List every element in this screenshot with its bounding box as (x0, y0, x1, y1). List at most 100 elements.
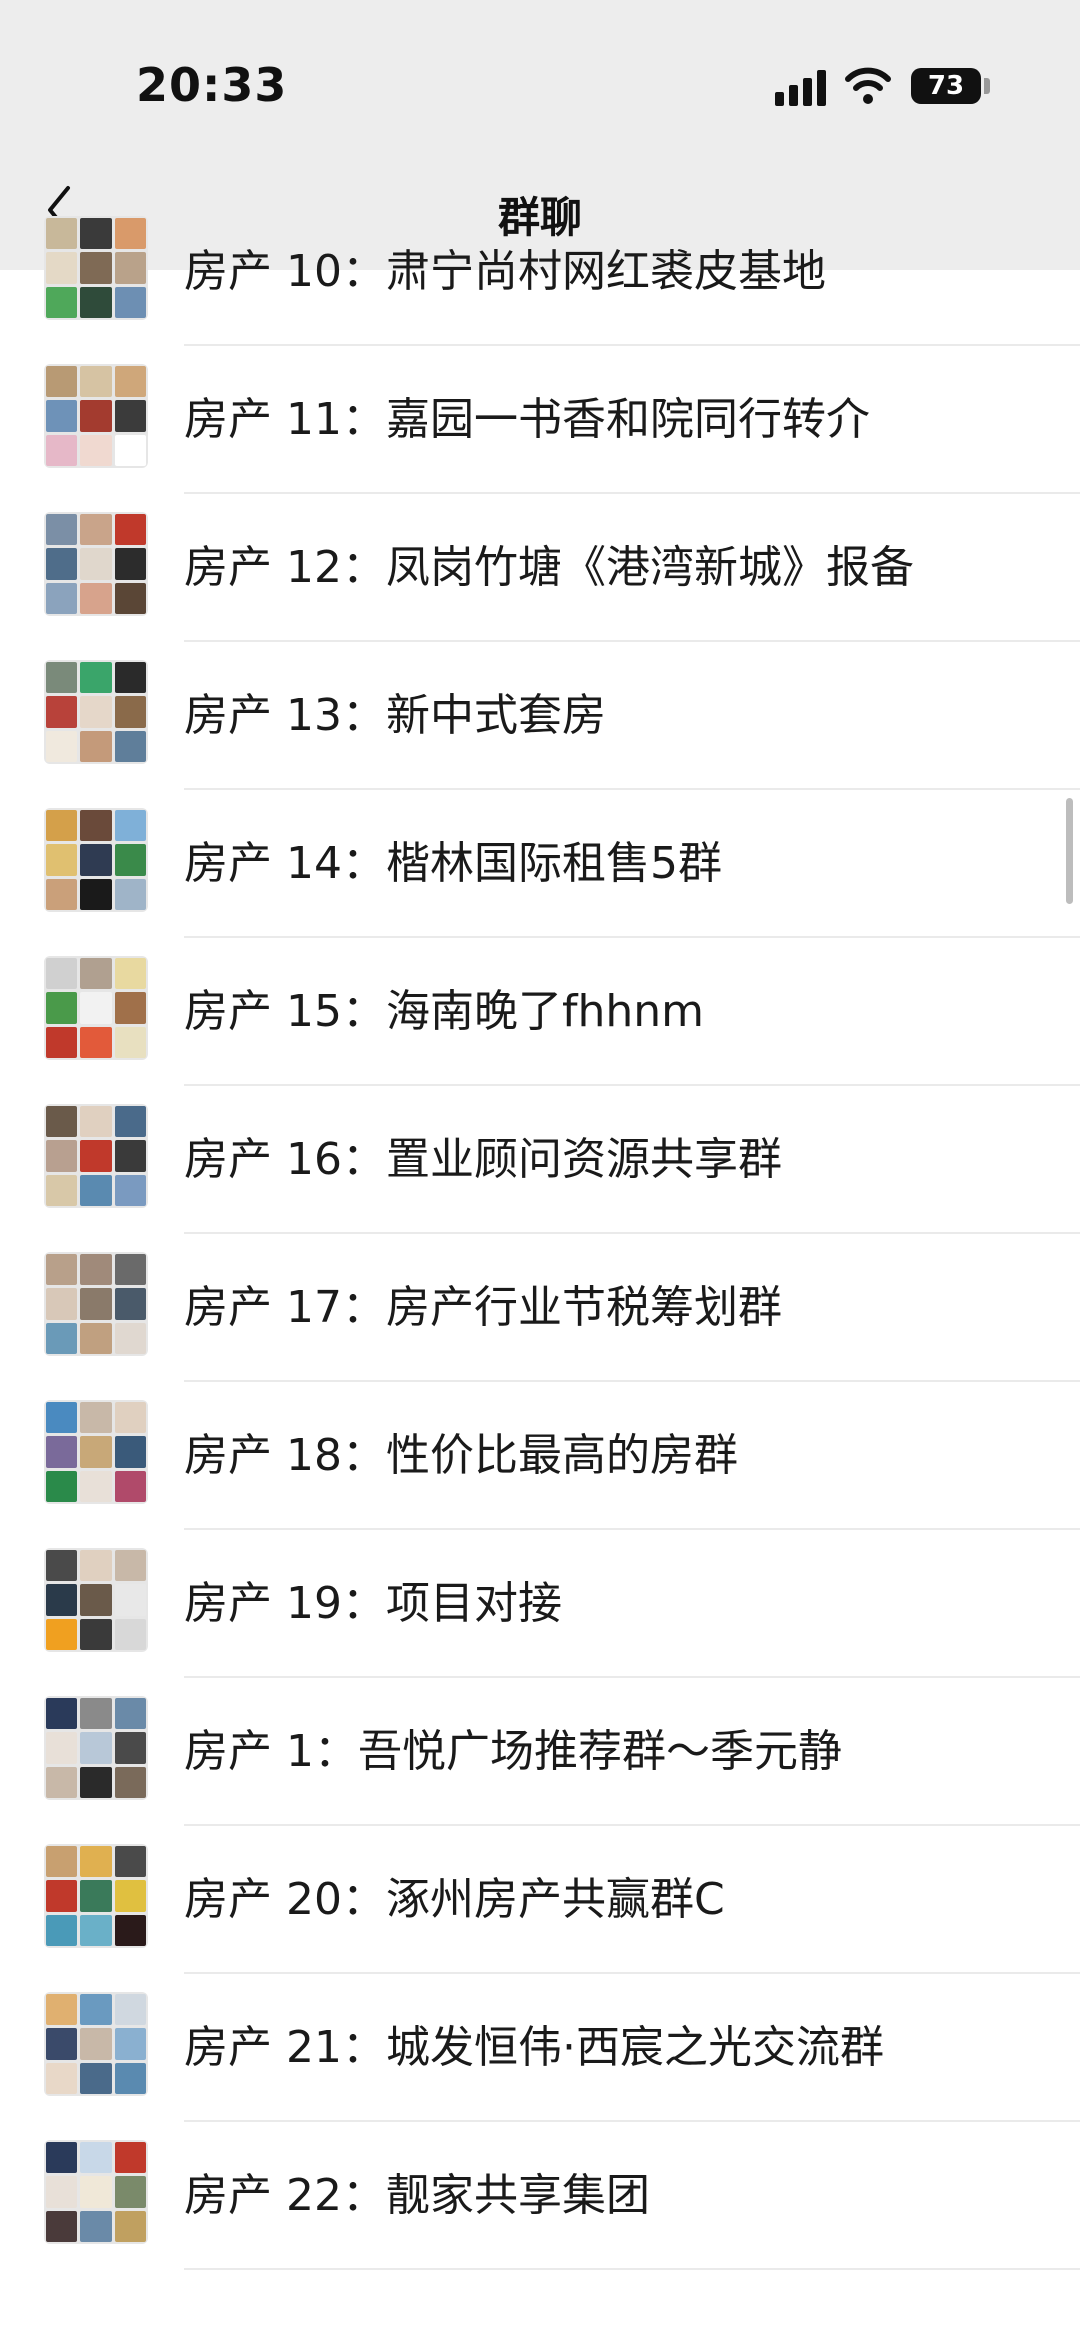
avatar-tile (80, 1732, 112, 1764)
avatar-tile (114, 1402, 146, 1434)
group-name: 房产 12：凤岗竹塘《港湾新城》报备 (184, 542, 914, 593)
list-item[interactable]: 房产 17：房产行业节税筹划群 (0, 1234, 1080, 1382)
list-item[interactable]: 房产 15：海南晚了fhhnm (0, 938, 1080, 1086)
avatar-tile (114, 1026, 146, 1058)
list-item[interactable]: 房产 12：凤岗竹塘《港湾新城》报备 (0, 494, 1080, 642)
group-name: 房产 21：城发恒伟·西宸之光交流群 (184, 2022, 884, 2073)
group-avatar (44, 1844, 148, 1948)
avatar-tile (114, 1106, 146, 1138)
group-name: 房产 18：性价比最高的房群 (184, 1430, 738, 1481)
avatar-tile (80, 366, 112, 398)
list-item[interactable]: 房产 1：吾悦广场推荐群～季元静 (0, 1678, 1080, 1826)
scrollbar[interactable] (1066, 798, 1073, 904)
avatar-tile (46, 252, 78, 284)
group-name: 房产 15：海南晚了fhhnm (184, 986, 704, 1037)
avatar-tile (46, 992, 78, 1024)
avatar-tile (80, 1880, 112, 1912)
avatar-tile (80, 696, 112, 728)
avatar-tile (46, 1322, 78, 1354)
group-chat-list: 房产 10：肃宁尚村网红裘皮基地房产 11：嘉园一书香和院同行转介房产 12：凤… (0, 216, 1080, 2270)
avatar-tile (80, 2210, 112, 2242)
avatar-tile (46, 2062, 78, 2094)
avatar-tile (114, 1174, 146, 1206)
avatar-tile (80, 434, 112, 466)
avatar-tile (80, 1584, 112, 1616)
divider (184, 2268, 1080, 2270)
avatar-tile (80, 2176, 112, 2208)
list-item[interactable]: 房产 22：靓家共享集团 (0, 2122, 1080, 2270)
avatar-tile (80, 1618, 112, 1650)
list-item[interactable]: 房产 21：城发恒伟·西宸之光交流群 (0, 1974, 1080, 2122)
avatar-tile (46, 2142, 78, 2174)
avatar-tile (46, 1140, 78, 1172)
avatar-tile (114, 878, 146, 910)
avatar-tile (80, 662, 112, 694)
avatar-tile (80, 514, 112, 546)
avatar-tile (114, 662, 146, 694)
avatar-tile (114, 1322, 146, 1354)
group-name: 房产 13：新中式套房 (184, 690, 606, 741)
avatar-tile (80, 730, 112, 762)
list-item[interactable]: 房产 20：涿州房产共赢群C (0, 1826, 1080, 1974)
avatar-tile (80, 2062, 112, 2094)
avatar-tile (114, 1470, 146, 1502)
group-avatar (44, 1696, 148, 1800)
avatar-tile (46, 958, 78, 990)
avatar-tile (114, 1618, 146, 1650)
avatar-tile (46, 696, 78, 728)
avatar-tile (80, 1254, 112, 1286)
list-item[interactable]: 房产 19：项目对接 (0, 1530, 1080, 1678)
list-item[interactable]: 房产 11：嘉园一书香和院同行转介 (0, 346, 1080, 494)
avatar-tile (114, 992, 146, 1024)
avatar-tile (46, 730, 78, 762)
avatar-tile (46, 2210, 78, 2242)
avatar-tile (80, 252, 112, 284)
avatar-tile (80, 1994, 112, 2026)
group-avatar (44, 660, 148, 764)
group-avatar (44, 216, 148, 320)
avatar-tile (80, 400, 112, 432)
group-avatar (44, 1252, 148, 1356)
avatar-tile (80, 1140, 112, 1172)
avatar-tile (80, 878, 112, 910)
avatar-tile (80, 992, 112, 1024)
avatar-tile (46, 1470, 78, 1502)
list-item[interactable]: 房产 14：楷林国际租售5群 (0, 790, 1080, 938)
status-time: 20:33 (136, 58, 288, 112)
list-item[interactable]: 房产 10：肃宁尚村网红裘皮基地 (0, 198, 1080, 346)
battery-level: 73 (927, 71, 965, 101)
avatar-tile (114, 1766, 146, 1798)
group-avatar (44, 512, 148, 616)
group-name: 房产 10：肃宁尚村网红裘皮基地 (184, 246, 826, 297)
avatar-tile (114, 844, 146, 876)
avatar-tile (46, 1254, 78, 1286)
avatar-tile (114, 514, 146, 546)
cellular-signal-icon (775, 70, 827, 106)
avatar-tile (114, 1880, 146, 1912)
avatar-tile (114, 958, 146, 990)
group-avatar (44, 956, 148, 1060)
list-item[interactable]: 房产 18：性价比最高的房群 (0, 1382, 1080, 1530)
avatar-tile (80, 1698, 112, 1730)
avatar-tile (114, 2028, 146, 2060)
avatar-tile (46, 844, 78, 876)
avatar-tile (46, 548, 78, 580)
avatar-tile (46, 218, 78, 250)
avatar-tile (46, 1550, 78, 1582)
avatar-tile (46, 1402, 78, 1434)
avatar-tile (80, 1550, 112, 1582)
avatar-tile (80, 1846, 112, 1878)
group-name: 房产 14：楷林国际租售5群 (184, 838, 722, 889)
avatar-tile (46, 1698, 78, 1730)
avatar-tile (114, 1732, 146, 1764)
list-item[interactable]: 房产 16：置业顾问资源共享群 (0, 1086, 1080, 1234)
avatar-tile (114, 2176, 146, 2208)
avatar-tile (46, 1584, 78, 1616)
avatar-tile (46, 1026, 78, 1058)
avatar-tile (114, 1584, 146, 1616)
avatar-tile (46, 1106, 78, 1138)
group-name: 房产 20：涿州房产共赢群C (184, 1874, 725, 1925)
avatar-tile (114, 252, 146, 284)
list-item[interactable]: 房产 13：新中式套房 (0, 642, 1080, 790)
group-avatar (44, 1104, 148, 1208)
